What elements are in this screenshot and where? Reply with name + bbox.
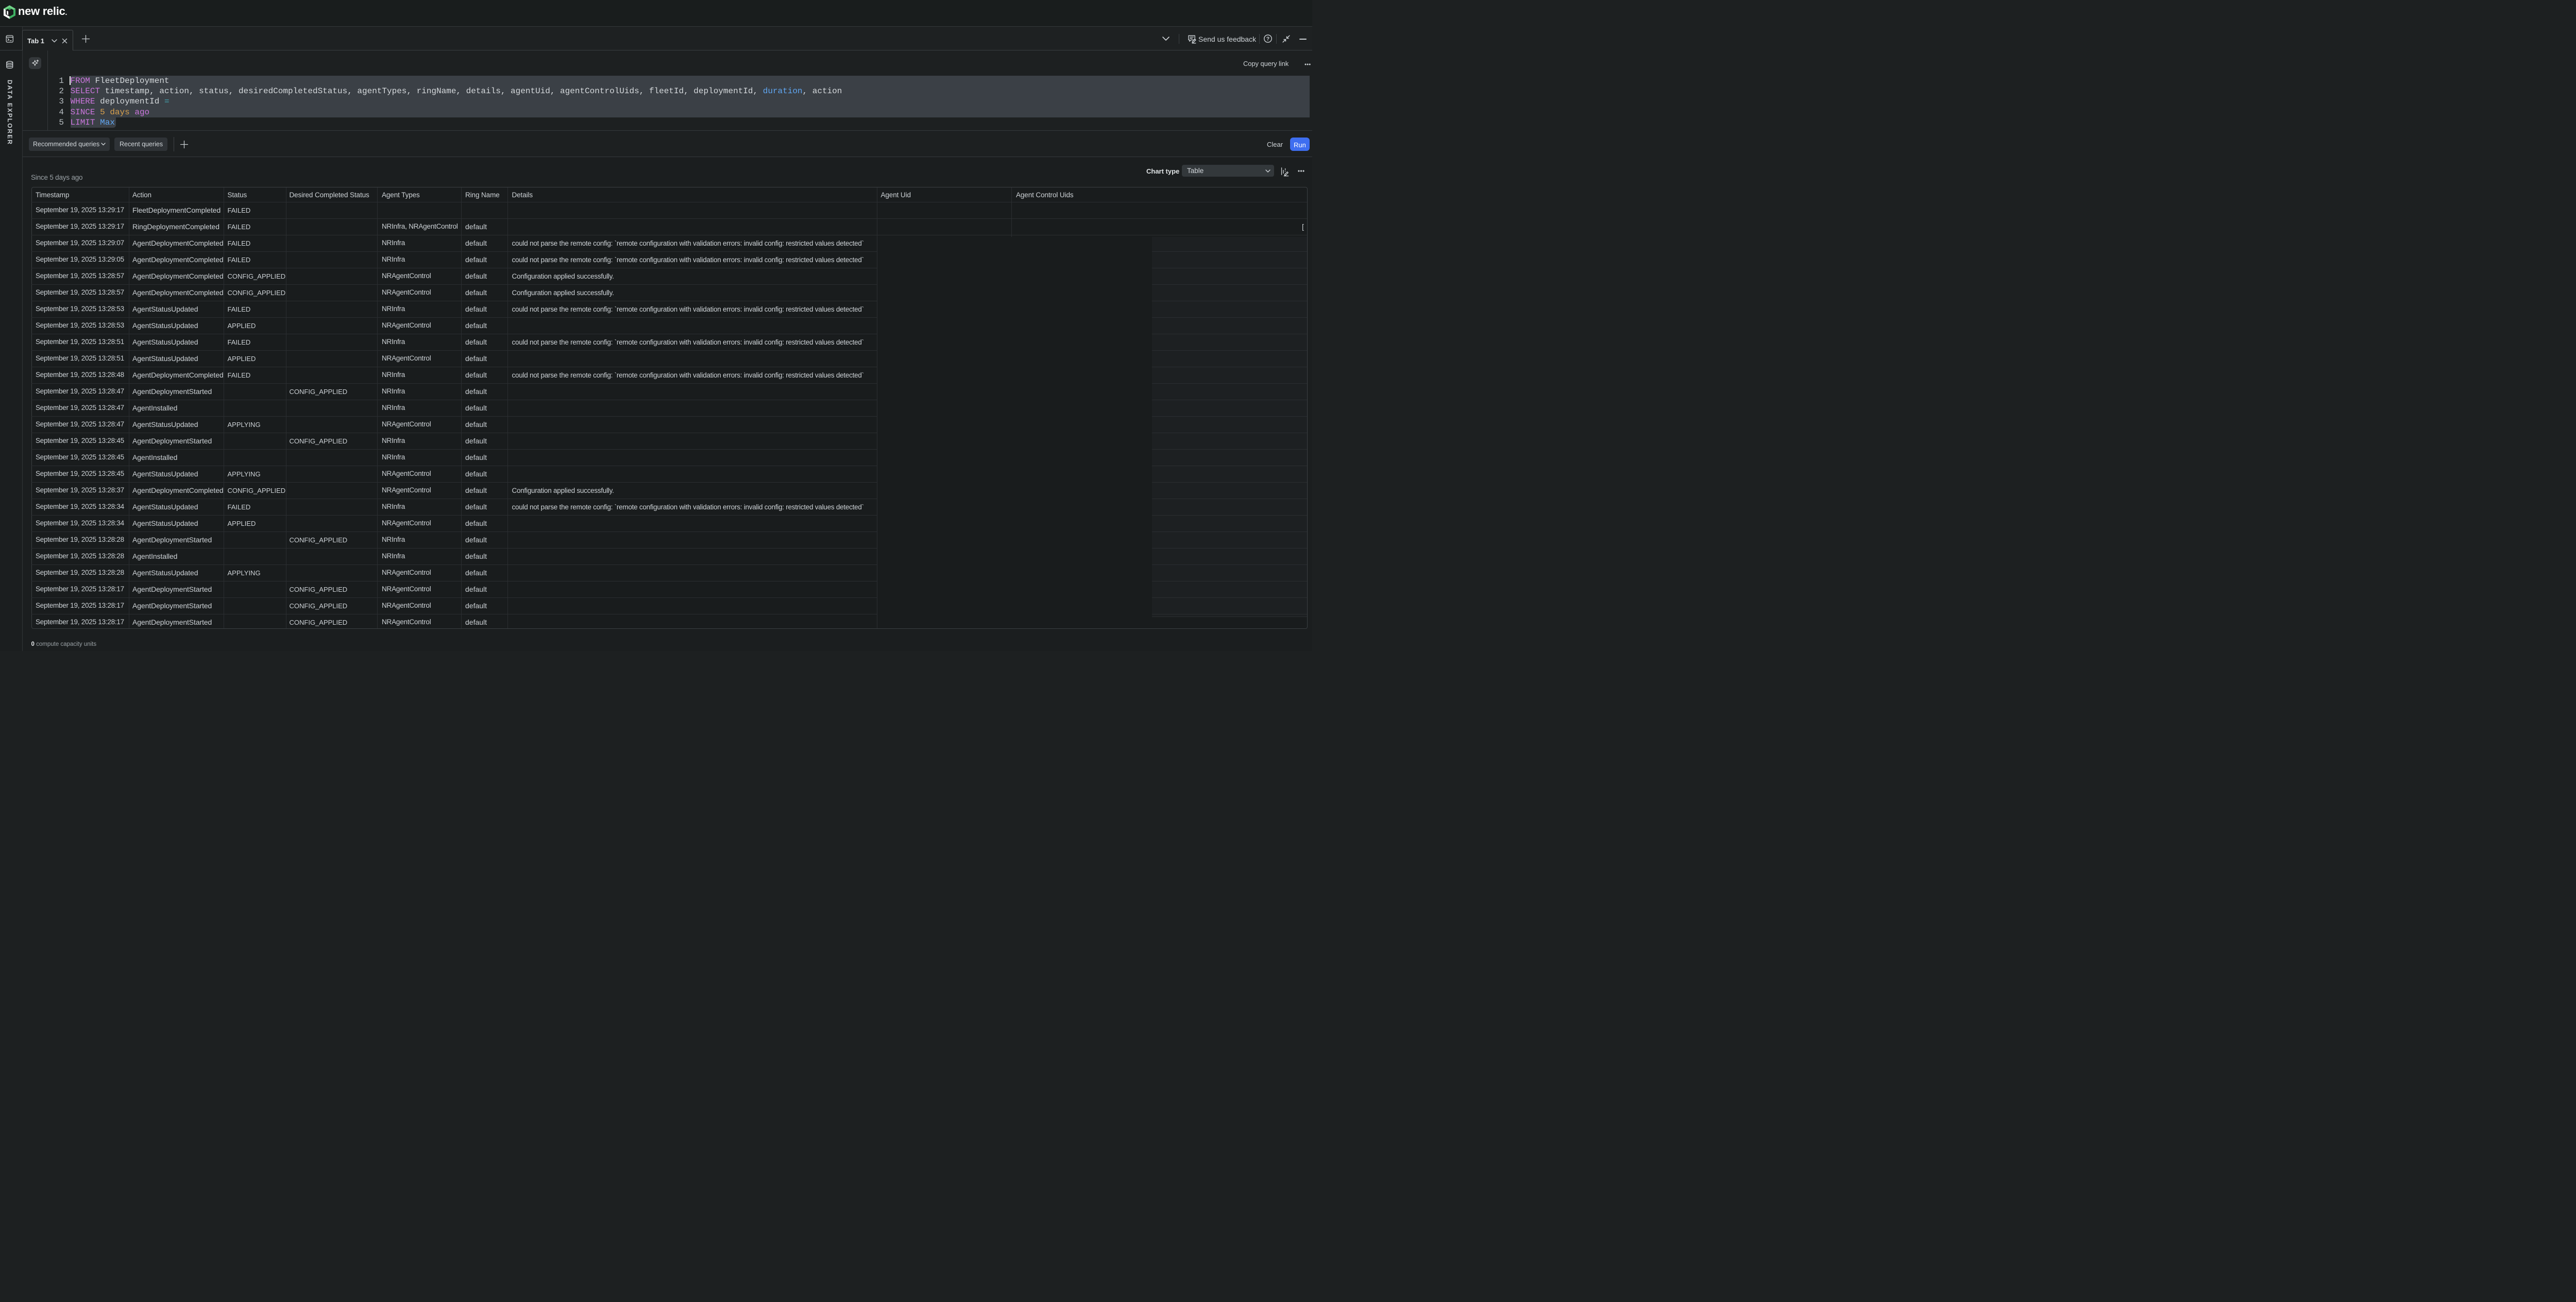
- svg-text:?: ?: [1266, 36, 1269, 42]
